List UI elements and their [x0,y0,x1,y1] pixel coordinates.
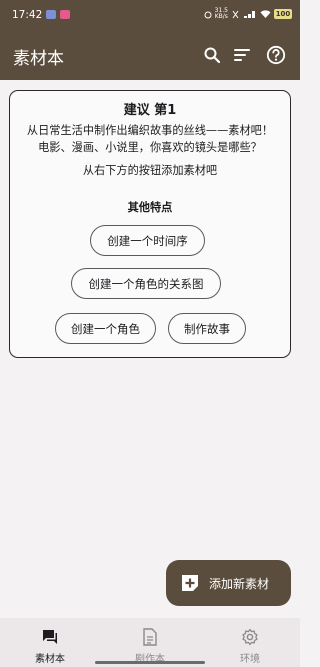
sort-icon [234,49,250,61]
suggestion-card: 建议 第1 从日常生活中制作出编织故事的丝线——素材吧！ 电影、漫画、小说里，你… [9,90,291,358]
battery-indicator: 100 [274,9,292,19]
alarm-icon [204,11,212,18]
search-icon [204,47,221,64]
gear-icon [242,628,258,646]
suggestion-description-line1: 从日常生活中制作出编织故事的丝线——素材吧！ [26,124,274,137]
help-icon [266,45,286,65]
app-bar: 素材本 [0,30,300,80]
chat-bubble-icon [43,630,57,644]
status-icons: 31.5 KB/s 100 [204,8,292,20]
bottom-nav: 素材本 剧作本 环境 [0,618,300,667]
notification-app-icon [46,10,56,19]
nav-item-settings[interactable]: 环境 [200,618,300,667]
add-material-label: 添加新素材 [209,576,270,591]
nav-item-scripts[interactable]: 剧作本 [100,618,200,667]
create-timeline-button[interactable]: 创建一个时间序 [90,225,205,256]
add-note-icon [179,572,201,594]
nav-item-materials[interactable]: 素材本 [0,618,100,667]
add-material-fab[interactable]: 添加新素材 [166,560,291,606]
suggestion-hint: 从右下方的按钮添加素材吧 [82,164,218,177]
network-speed: 31.5 KB/s [214,7,228,20]
signal-icon [244,10,255,18]
search-button[interactable] [200,43,224,67]
notification-app-icon [60,10,70,19]
nav-label-materials: 素材本 [35,654,65,665]
document-icon [143,628,157,646]
nav-label-settings: 环境 [240,654,260,665]
vpn-icon [232,10,239,18]
wifi-icon [260,9,271,18]
create-story-button[interactable]: 制作故事 [168,313,246,344]
sort-button[interactable] [230,43,254,67]
other-features-heading: 其他特点 [127,201,173,214]
suggestion-title: 建议 第1 [123,103,177,118]
create-character-button[interactable]: 创建一个角色 [55,313,156,344]
status-time: 17:42 [12,9,43,21]
gesture-bar[interactable] [95,661,205,664]
create-relationship-chart-button[interactable]: 创建一个角色的关系图 [71,268,221,299]
status-bar: 17:42 31.5 KB/s 100 [0,0,300,30]
app-title: 素材本 [13,49,64,69]
suggestion-description-line2: 电影、漫画、小说里，你喜欢的镜头是哪些？ [38,141,262,154]
help-button[interactable] [264,43,288,67]
